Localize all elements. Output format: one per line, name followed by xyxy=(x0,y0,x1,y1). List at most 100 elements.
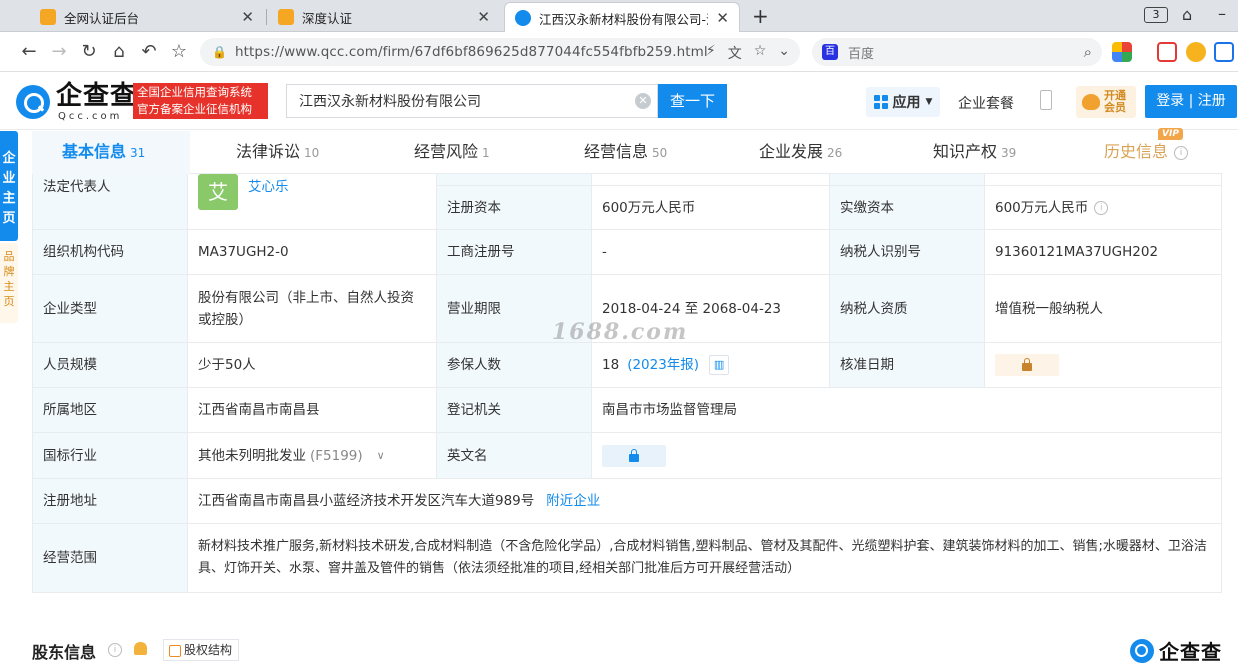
chevron-down-icon[interactable]: ⌄ xyxy=(778,43,790,63)
tab-operating-info[interactable]: 经营信息 50 xyxy=(584,131,667,174)
tab-label: 历史信息 xyxy=(1104,142,1169,161)
info-icon[interactable]: i xyxy=(1174,145,1189,160)
close-icon[interactable]: ✕ xyxy=(477,8,490,26)
business-scope-value: 新材料技术推广服务,新材料技术研发,合成材料制造（不含危险化学品）,合成材料销售… xyxy=(198,539,1207,576)
back-icon[interactable]: ← xyxy=(18,41,40,63)
trend-chart-icon[interactable]: ▥ xyxy=(709,355,730,375)
info-icon[interactable]: i xyxy=(1094,200,1109,215)
clear-icon[interactable]: ✕ xyxy=(635,93,651,109)
brand-homepage-tab[interactable]: 品 牌 主 页 xyxy=(0,243,18,323)
minimize-icon[interactable]: – xyxy=(1218,4,1226,23)
legal-rep-avatar[interactable]: 艾 xyxy=(198,174,238,210)
industry-cell: 其他未列明批发业 (F5199) ∨ xyxy=(188,433,437,479)
label-registration-authority: 登记机关 xyxy=(437,388,592,433)
search-icon[interactable]: ⌕ xyxy=(1084,43,1092,61)
url-field[interactable]: 🔒 https://www.qcc.com/firm/67df6bf869625… xyxy=(200,38,800,66)
tab-label: 企业发展 xyxy=(759,142,824,161)
pdf-icon[interactable] xyxy=(1157,42,1177,62)
tab-label: 经营信息 xyxy=(584,142,649,161)
label-taxpayer-qualification: 纳税人资质 xyxy=(830,275,985,343)
approval-date-cell xyxy=(985,343,1222,388)
favorite-star-icon[interactable]: ☆ xyxy=(754,43,767,63)
tab-intellectual-property[interactable]: 知识产权 39 xyxy=(933,131,1016,174)
lightning-icon[interactable]: ⚡ xyxy=(706,43,716,63)
legal-rep-name-link[interactable]: 艾心乐 xyxy=(248,176,289,198)
tab-favicon-icon xyxy=(278,9,294,25)
label-staff-size: 人员规模 xyxy=(33,343,188,388)
taxpayer-qualification-value: 增值税一般纳税人 xyxy=(985,275,1222,343)
tab-enterprise-development[interactable]: 企业发展 26 xyxy=(759,131,842,174)
login-register-button[interactable]: 登录 | 注册 xyxy=(1145,85,1237,118)
vip-member-button[interactable]: 开通 会员 xyxy=(1076,86,1136,118)
label-registered-address: 注册地址 xyxy=(33,479,188,524)
site-logo-subtext: Qcc.com xyxy=(58,111,123,122)
baidu-icon: 百 xyxy=(822,44,838,60)
tab-label: 法律诉讼 xyxy=(236,142,301,161)
row-top-value-sliver xyxy=(985,174,1222,186)
vip-heart-icon xyxy=(1082,94,1100,110)
mobile-phone-icon[interactable] xyxy=(1040,90,1052,110)
region-value: 江西省南昌市南昌县 xyxy=(188,388,437,433)
extensions-grid-icon[interactable] xyxy=(1112,42,1132,62)
url-actions: ⚡ 文 ☆ ⌄ xyxy=(706,43,790,63)
home-icon[interactable]: ⌂ xyxy=(108,41,130,63)
insured-count-value: 18 xyxy=(602,357,620,373)
tab-operating-risk[interactable]: 经营风险 1 xyxy=(414,131,490,174)
info-icon[interactable]: i xyxy=(108,643,122,657)
tab-count: 39 xyxy=(1001,146,1017,160)
crop-icon[interactable] xyxy=(1214,42,1234,62)
moon-icon[interactable] xyxy=(1186,42,1206,62)
browser-tab-3-active[interactable]: 江西汉永新材料股份有限公司-汉 ✕ xyxy=(504,2,740,33)
company-search-input[interactable] xyxy=(299,93,629,109)
close-icon[interactable]: ✕ xyxy=(241,8,254,26)
chevron-down-icon[interactable]: ∨ xyxy=(377,445,385,467)
tab-count-badge[interactable]: 3 xyxy=(1144,7,1168,23)
bell-icon[interactable] xyxy=(134,642,147,655)
vip-line: 会员 xyxy=(1104,101,1126,114)
undo-icon[interactable]: ↶ xyxy=(138,41,160,63)
site-slogan: 全国企业信用查询系统 官方备案企业征信机构 xyxy=(133,83,268,119)
english-name-locked[interactable] xyxy=(602,444,666,467)
browser-search-input[interactable]: 百 百度 ⌕ xyxy=(812,38,1102,66)
company-search-box: ✕ xyxy=(286,84,658,118)
bookmark-star-icon[interactable]: ☆ xyxy=(168,41,190,63)
new-tab-button[interactable]: + xyxy=(752,4,769,28)
label-business-scope: 经营范围 xyxy=(33,524,188,592)
slogan-line: 官方备案企业征信机构 xyxy=(137,102,252,116)
label-approval-date: 核准日期 xyxy=(830,343,985,388)
reload-icon[interactable]: ↻ xyxy=(78,41,100,63)
annual-report-link[interactable]: (2023年报) xyxy=(627,354,699,376)
tab-count: 50 xyxy=(652,146,668,160)
tab-title: 江西汉永新材料股份有限公司-汉 xyxy=(539,11,709,27)
org-code-value: MA37UGH2-0 xyxy=(188,230,437,275)
nearby-companies-link[interactable]: 附近企业 xyxy=(546,490,600,512)
tab-label: 知识产权 xyxy=(933,142,998,161)
approval-date-locked[interactable] xyxy=(995,354,1059,376)
enterprise-homepage-tab[interactable]: 企 业 主 页 xyxy=(0,131,18,241)
forward-icon[interactable]: → xyxy=(48,41,70,63)
close-icon[interactable]: ✕ xyxy=(716,9,729,27)
search-button[interactable]: 查一下 xyxy=(658,84,727,118)
registered-capital-value: 600万元人民币 xyxy=(592,186,830,230)
label-region: 所属地区 xyxy=(33,388,188,433)
translate-icon[interactable]: 文 xyxy=(728,43,742,63)
equity-structure-button[interactable]: 股权结构 xyxy=(163,639,240,661)
caret-down-icon: ▼ xyxy=(925,97,933,107)
label-business-reg-no: 工商注册号 xyxy=(437,230,592,275)
browser-tab-2[interactable]: 深度认证 ✕ xyxy=(268,2,500,32)
apps-menu-button[interactable]: 应用 ▼ xyxy=(866,87,940,117)
label-org-code: 组织机构代码 xyxy=(33,230,188,275)
tab-separator xyxy=(266,9,267,25)
site-logo-text[interactable]: 企查查 xyxy=(56,81,137,111)
qcc-logo-icon[interactable] xyxy=(16,85,50,119)
enterprise-package-link[interactable]: 企业套餐 xyxy=(958,93,1014,113)
skin-icon[interactable]: ⌂ xyxy=(1182,5,1192,24)
shareholders-section-header: 股东信息 i 股权结构 企查查 xyxy=(32,633,1222,663)
tab-legal-litigation[interactable]: 法律诉讼 10 xyxy=(236,131,319,174)
tab-label: 经营风险 xyxy=(414,142,479,161)
browser-tab-1[interactable]: 全网认证后台 ✕ xyxy=(30,2,264,32)
label-legal-rep: 法定代表人 xyxy=(33,174,188,230)
label-insured-count: 参保人数 xyxy=(437,343,592,388)
vip-text: 开通 会员 xyxy=(1104,90,1126,114)
tab-basic-info[interactable]: 基本信息 31 xyxy=(32,131,190,174)
